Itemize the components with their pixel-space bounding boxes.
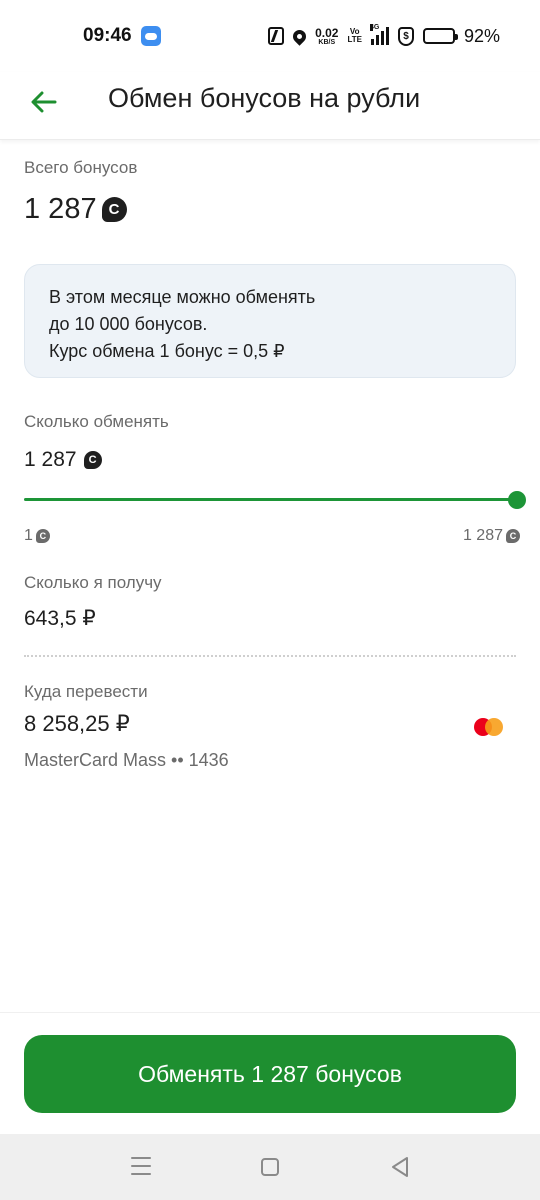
signal-icon: 4G — [369, 24, 389, 45]
mastercard-icon — [474, 718, 504, 736]
slider-min-value: 1 — [24, 527, 33, 544]
slider-max: 1 287 C — [463, 527, 520, 545]
bonus-icon: C — [101, 197, 127, 222]
exchange-amount: 1 287 — [24, 448, 77, 471]
nfc-icon — [268, 27, 285, 45]
menu-icon[interactable] — [131, 1157, 151, 1175]
back-button[interactable] — [22, 80, 66, 124]
status-bar: 09:46 0.02 KB/S Vo LTE 4G $ 92% — [0, 0, 540, 72]
page-title: Обмен бонусов на рубли — [108, 83, 421, 113]
weather-icon — [141, 26, 161, 46]
info-line-2: до 10 000 бонусов. — [49, 314, 208, 334]
back-icon[interactable] — [390, 1156, 410, 1178]
battery-percent: 92% — [463, 25, 500, 46]
volte-bottom: LTE — [347, 35, 362, 44]
info-line-1: В этом месяце можно обменять — [49, 287, 316, 307]
slider-track — [24, 498, 517, 501]
destination-card-name[interactable]: MasterCard Mass •• 1436 — [24, 750, 229, 771]
arrow-left-icon — [31, 91, 57, 113]
network-speed: 0.02 KB/S — [315, 27, 338, 46]
destination-label: Куда перевести — [24, 682, 148, 701]
exchange-amount-label: Сколько обменять — [24, 412, 169, 431]
status-time: 09:46 — [83, 25, 132, 46]
network-speed-unit: KB/S — [318, 38, 336, 46]
location-icon — [290, 26, 309, 46]
slider-min: 1 C — [24, 527, 50, 545]
status-icons: 0.02 KB/S Vo LTE 4G $ 92% — [268, 24, 500, 48]
app-header: Обмен бонусов на рубли — [0, 72, 540, 140]
exchange-amount-slider[interactable] — [24, 488, 526, 512]
volte-indicator: Vo LTE — [347, 28, 362, 44]
network-type: 4G — [369, 24, 380, 31]
slider-thumb[interactable] — [508, 491, 526, 509]
receive-value: 643,5 ₽ — [24, 607, 96, 630]
exchange-button[interactable]: Обменять 1 287 бонусов — [24, 1035, 516, 1113]
screen: 09:46 0.02 KB/S Vo LTE 4G $ 92% Обмен бо… — [0, 0, 540, 1200]
slider-max-value: 1 287 — [462, 527, 503, 544]
exchange-amount-value[interactable]: 1 287 C — [24, 448, 102, 472]
network-speed-value: 0.02 — [315, 25, 339, 40]
total-bonuses-amount: 1 287 — [24, 193, 97, 225]
receive-label: Сколько я получу — [24, 573, 162, 592]
battery-icon — [422, 28, 458, 44]
total-bonuses-label: Всего бонусов — [24, 158, 138, 177]
system-nav-bar — [0, 1134, 540, 1200]
destination-balance[interactable]: 8 258,25 ₽ — [24, 711, 130, 737]
total-bonuses-value: 1 287 C — [24, 193, 127, 226]
bonus-icon: C — [506, 529, 520, 543]
exchange-info-card: В этом месяце можно обменять до 10 000 б… — [24, 264, 516, 378]
home-icon[interactable] — [261, 1158, 279, 1176]
info-line-3: Курс обмена 1 бонус = 0,5 ₽ — [49, 341, 285, 361]
bonus-icon: C — [35, 529, 50, 543]
bonus-icon: C — [83, 451, 102, 469]
shield-icon: $ — [397, 26, 414, 46]
divider — [24, 655, 516, 657]
